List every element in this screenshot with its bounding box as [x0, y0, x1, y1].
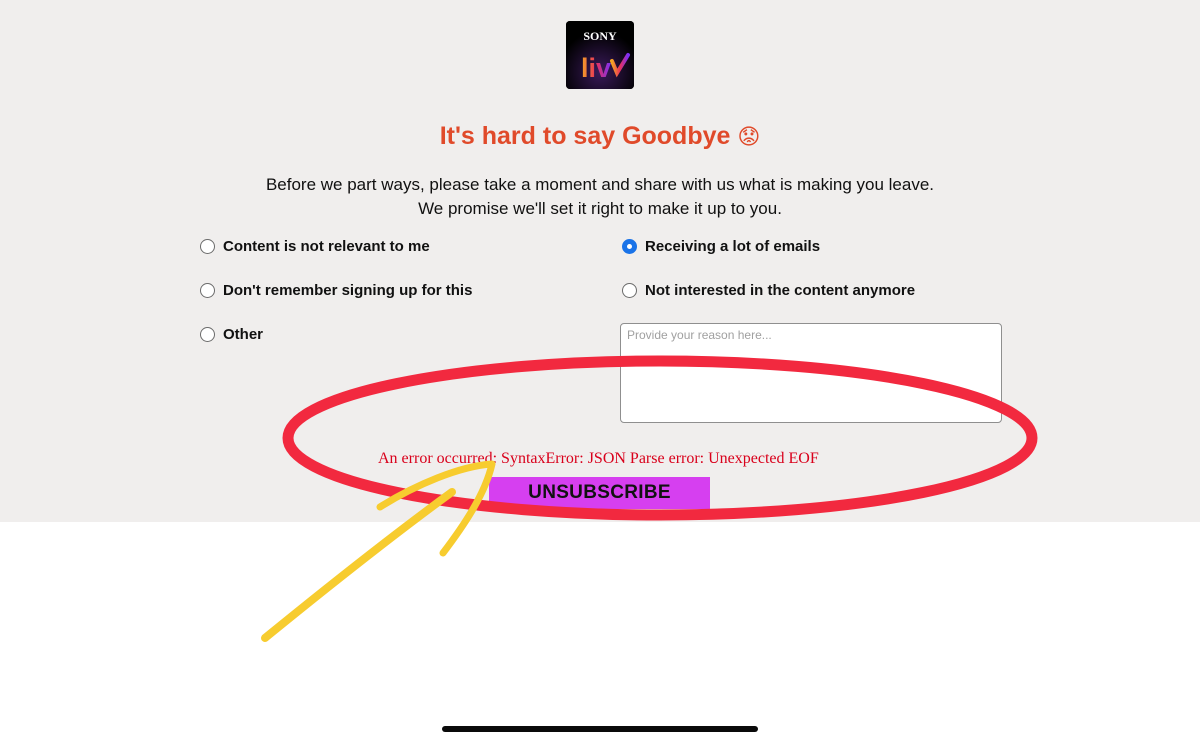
subtitle-line-2: We promise we'll set it right to make it…	[418, 199, 782, 218]
option-not-interested[interactable]: Not interested in the content anymore	[622, 282, 915, 299]
radio-button-checked-icon[interactable]	[622, 239, 637, 254]
sonyliv-logo: SONY liv	[566, 21, 634, 89]
option-label: Other	[223, 326, 264, 343]
option-content-not-relevant[interactable]: Content is not relevant to me	[200, 238, 430, 255]
worried-face-icon: 😟	[737, 125, 761, 150]
option-other[interactable]: Other	[200, 326, 263, 343]
radio-button-icon[interactable]	[622, 283, 637, 298]
unsubscribe-panel: SONY liv It's hard to say Goodbye 😟 Befo…	[0, 0, 1200, 522]
unsubscribe-button[interactable]: UNSUBSCRIBE	[489, 477, 710, 509]
option-label: Don't remember signing up for this	[223, 282, 473, 299]
logo-brand-top: SONY	[583, 29, 617, 43]
radio-button-icon[interactable]	[200, 239, 215, 254]
radio-button-icon[interactable]	[200, 327, 215, 342]
option-label: Not interested in the content anymore	[645, 282, 916, 299]
error-message: An error occurred: SyntaxError: JSON Par…	[378, 450, 819, 467]
option-dont-remember[interactable]: Don't remember signing up for this	[200, 282, 472, 299]
home-indicator[interactable]	[442, 726, 758, 732]
option-receiving-emails[interactable]: Receiving a lot of emails	[622, 238, 820, 255]
page-title: It's hard to say Goodbye 😟	[0, 122, 1200, 151]
page-title-text: It's hard to say Goodbye	[439, 122, 731, 150]
option-label: Content is not relevant to me	[223, 238, 430, 255]
reason-textarea[interactable]	[620, 323, 1002, 423]
logo-brand-bottom: liv	[581, 53, 611, 83]
radio-button-icon[interactable]	[200, 283, 215, 298]
option-label: Receiving a lot of emails	[645, 238, 821, 255]
page-subtitle: Before we part ways, please take a momen…	[0, 173, 1200, 221]
subtitle-line-1: Before we part ways, please take a momen…	[265, 175, 935, 194]
